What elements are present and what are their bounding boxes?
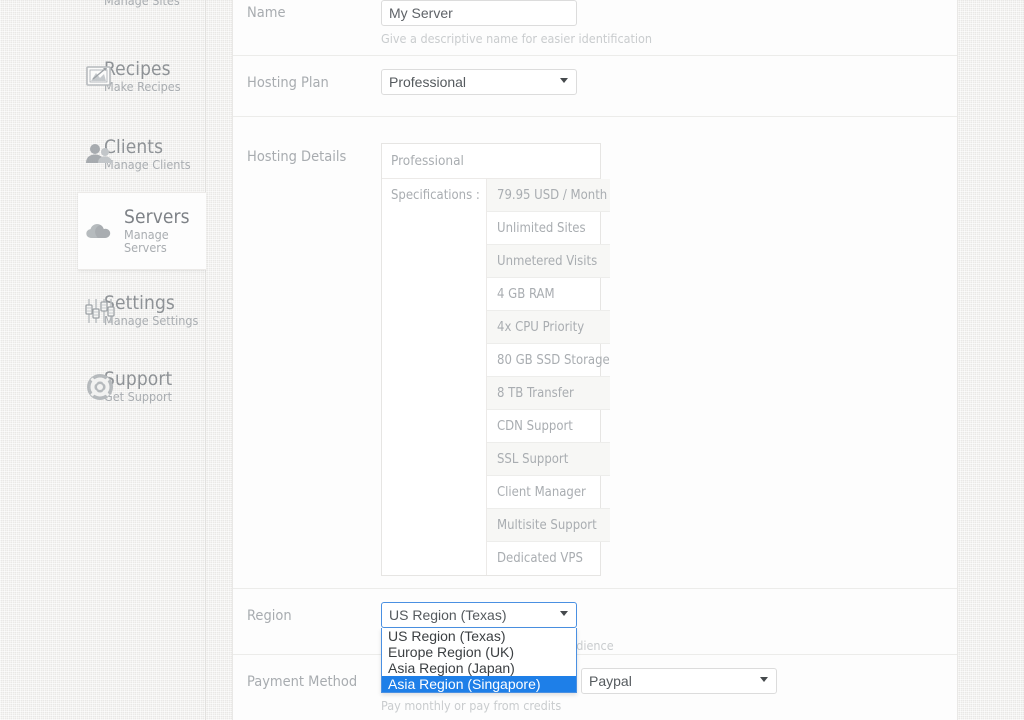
sidebar-item-title: Servers bbox=[124, 206, 190, 228]
sidebar-item-text: Clients Manage Clients bbox=[104, 138, 191, 172]
plan-name: Professional bbox=[382, 144, 600, 179]
specification-item: Unmetered Visits bbox=[487, 245, 610, 278]
app-root: Sites Manage Sites Recipes Make Recipes bbox=[0, 0, 1024, 720]
region-dropdown-list[interactable]: US Region (Texas) Europe Region (UK) Asia … bbox=[381, 628, 577, 693]
specification-item: SSL Support bbox=[487, 443, 610, 476]
sidebar-item-support[interactable]: Support Get Support bbox=[0, 348, 206, 426]
sidebar-item-clients[interactable]: Clients Manage Clients bbox=[0, 116, 206, 194]
specification-item: Dedicated VPS bbox=[497, 551, 583, 566]
hosting-details-label: Hosting Details bbox=[247, 149, 347, 165]
specification-item: 4 GB RAM bbox=[487, 278, 610, 311]
payment-method-hint: Pay monthly or pay from credits bbox=[381, 698, 562, 713]
specification-item: Unlimited Sites bbox=[487, 212, 610, 245]
sidebar-item-subtitle: Manage Servers bbox=[124, 227, 169, 255]
server-form-panel: Name Give a descriptive name for easier … bbox=[232, 0, 958, 720]
specification-item: CDN Support bbox=[487, 410, 610, 443]
hosting-details-table: Professional Specifications : 79.95 USD … bbox=[381, 143, 610, 576]
payment-method-select[interactable]: Paypal bbox=[581, 668, 777, 694]
chevron-down-icon bbox=[760, 677, 768, 682]
region-option[interactable]: Asia Region (Japan) bbox=[382, 660, 576, 676]
specification-item: Client Manager bbox=[487, 476, 610, 509]
payment-method-label: Payment Method bbox=[247, 674, 358, 690]
sidebar-item-sites[interactable]: Sites Manage Sites bbox=[0, 0, 206, 30]
chevron-down-icon bbox=[560, 78, 568, 83]
specification-item: 79.95 USD / Month bbox=[487, 179, 610, 212]
hosting-plan-select[interactable]: Professional bbox=[381, 69, 577, 95]
form-row-region: Region US Region (Texas) US Region (Texa… bbox=[233, 589, 957, 693]
specifications-label: Specifications : bbox=[382, 179, 487, 575]
region-select[interactable]: US Region (Texas) US Region (Texas) Europ… bbox=[381, 602, 577, 693]
specification-item: Multisite Support bbox=[487, 509, 610, 542]
recipe-image-icon bbox=[84, 61, 116, 93]
form-row-hosting-details: Hosting Details Professional Specificati… bbox=[233, 117, 957, 589]
region-option[interactable]: Europe Region (UK) bbox=[382, 644, 576, 660]
sidebar-item-settings[interactable]: Settings Manage Settings bbox=[0, 272, 206, 350]
specification-item: 8 TB Transfer bbox=[487, 377, 610, 410]
hosting-plan-label: Hosting Plan bbox=[247, 75, 329, 91]
chevron-down-icon bbox=[560, 611, 568, 616]
region-option[interactable]: US Region (Texas) bbox=[382, 628, 576, 644]
specification-item: 4x CPU Priority bbox=[487, 311, 610, 344]
server-name-input[interactable] bbox=[381, 0, 577, 26]
sidebar-item-text: Servers Manage Servers bbox=[124, 208, 206, 254]
sidebar-item-subtitle: Manage Settings bbox=[104, 313, 199, 329]
sidebar-item-subtitle: Manage Clients bbox=[104, 157, 191, 173]
people-icon bbox=[84, 139, 116, 171]
specification-item: 80 GB SSD Storage bbox=[487, 344, 610, 377]
region-option[interactable]: Asia Region (Singapore) bbox=[382, 676, 576, 692]
sidebar-item-title: Clients bbox=[104, 136, 164, 159]
region-value: US Region (Texas) bbox=[389, 607, 507, 623]
payment-method-value: Paypal bbox=[589, 673, 632, 689]
hosting-plan-value: Professional bbox=[389, 74, 467, 90]
sidebar-item-text: Settings Manage Settings bbox=[104, 294, 198, 328]
sliders-icon bbox=[84, 295, 116, 327]
sidebar-item-recipes[interactable]: Recipes Make Recipes bbox=[0, 38, 206, 116]
sidebar-item-servers[interactable]: Servers Manage Servers bbox=[78, 192, 206, 270]
image-icon bbox=[84, 0, 116, 7]
form-row-name: Name Give a descriptive name for easier … bbox=[233, 0, 957, 56]
form-row-payment-method: Payment Method Paypal Pay monthly or pay… bbox=[233, 655, 957, 719]
sidebar-item-title: Settings bbox=[104, 292, 175, 315]
name-label: Name bbox=[247, 5, 286, 21]
specifications-list: 79.95 USD / Month Unlimited Sites Unmetere… bbox=[487, 179, 610, 575]
form-row-hosting-plan: Hosting Plan Professional bbox=[233, 56, 957, 117]
lifebuoy-icon bbox=[84, 371, 116, 403]
region-label: Region bbox=[247, 608, 292, 624]
cloud-icon bbox=[84, 215, 116, 247]
sidebar: Sites Manage Sites Recipes Make Recipes bbox=[0, 0, 206, 720]
name-hint: Give a descriptive name for easier ident… bbox=[381, 31, 653, 46]
